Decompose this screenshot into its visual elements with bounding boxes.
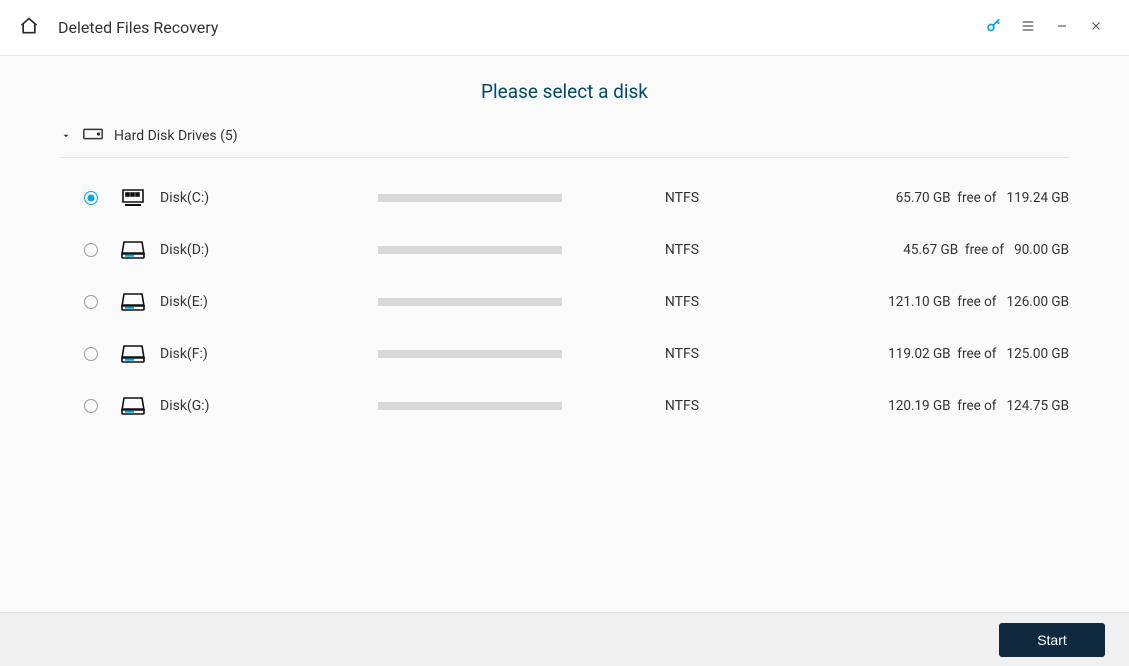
disk-icon — [120, 187, 146, 209]
disk-name: Disk(E:) — [160, 294, 378, 310]
usage-bar — [378, 402, 562, 410]
filesystem-label: NTFS — [562, 242, 802, 258]
disk-name: Disk(F:) — [160, 346, 378, 362]
menu-button[interactable] — [1011, 11, 1045, 45]
disk-row[interactable]: Disk(E:) NTFS121.10 GB free of 126.00 GB — [60, 276, 1069, 328]
home-icon — [19, 16, 39, 40]
titlebar: Deleted Files Recovery — [0, 0, 1129, 56]
usage-bar — [378, 194, 562, 202]
close-button[interactable] — [1079, 11, 1113, 45]
disk-row[interactable]: Disk(D:) NTFS45.67 GB free of 90.00 GB — [60, 224, 1069, 276]
filesystem-label: NTFS — [562, 190, 802, 206]
disk-icon — [120, 395, 146, 417]
drive-group-icon — [82, 125, 104, 147]
radio-option[interactable] — [84, 191, 98, 205]
filesystem-label: NTFS — [562, 346, 802, 362]
start-button[interactable]: Start — [999, 623, 1105, 657]
space-label: 121.10 GB free of 126.00 GB — [802, 294, 1069, 310]
usage-bar — [378, 298, 562, 306]
page-title: Deleted Files Recovery — [58, 18, 218, 37]
key-button[interactable] — [977, 11, 1011, 45]
disk-list: Disk(C:)NTFS65.70 GB free of 119.24 GBDi… — [60, 158, 1069, 432]
filesystem-label: NTFS — [562, 398, 802, 414]
key-icon — [985, 17, 1003, 39]
hamburger-icon — [1020, 18, 1036, 38]
space-label: 45.67 GB free of 90.00 GB — [802, 242, 1069, 258]
disk-row[interactable]: Disk(F:) NTFS119.02 GB free of 125.00 GB — [60, 328, 1069, 380]
home-button[interactable] — [18, 17, 40, 39]
disk-icon — [120, 291, 146, 313]
minimize-button[interactable] — [1045, 11, 1079, 45]
space-label: 119.02 GB free of 125.00 GB — [802, 346, 1069, 362]
disk-name: Disk(C:) — [160, 190, 378, 206]
space-label: 65.70 GB free of 119.24 GB — [802, 190, 1069, 206]
minimize-icon — [1055, 18, 1069, 37]
filesystem-label: NTFS — [562, 294, 802, 310]
space-label: 120.19 GB free of 124.75 GB — [802, 398, 1069, 414]
disk-name: Disk(G:) — [160, 398, 378, 414]
close-icon — [1089, 18, 1103, 37]
disk-row[interactable]: Disk(G:) NTFS120.19 GB free of 124.75 GB — [60, 380, 1069, 432]
footer: Start — [0, 612, 1129, 666]
disk-name: Disk(D:) — [160, 242, 378, 258]
radio-option[interactable] — [84, 243, 98, 257]
content-area: Please select a disk Hard Disk Drives (5… — [0, 56, 1129, 432]
usage-bar — [378, 350, 562, 358]
group-label: Hard Disk Drives (5) — [114, 128, 238, 144]
disk-icon — [120, 239, 146, 261]
disk-icon — [120, 343, 146, 365]
radio-option[interactable] — [84, 399, 98, 413]
chevron-down-icon — [60, 131, 72, 141]
radio-option[interactable] — [84, 347, 98, 361]
radio-option[interactable] — [84, 295, 98, 309]
heading: Please select a disk — [60, 80, 1069, 103]
usage-bar — [378, 246, 562, 254]
disk-row[interactable]: Disk(C:) NTFS65.70 GB free of 119.24 GB — [60, 172, 1069, 224]
disk-group-header[interactable]: Hard Disk Drives (5) — [60, 121, 1069, 158]
